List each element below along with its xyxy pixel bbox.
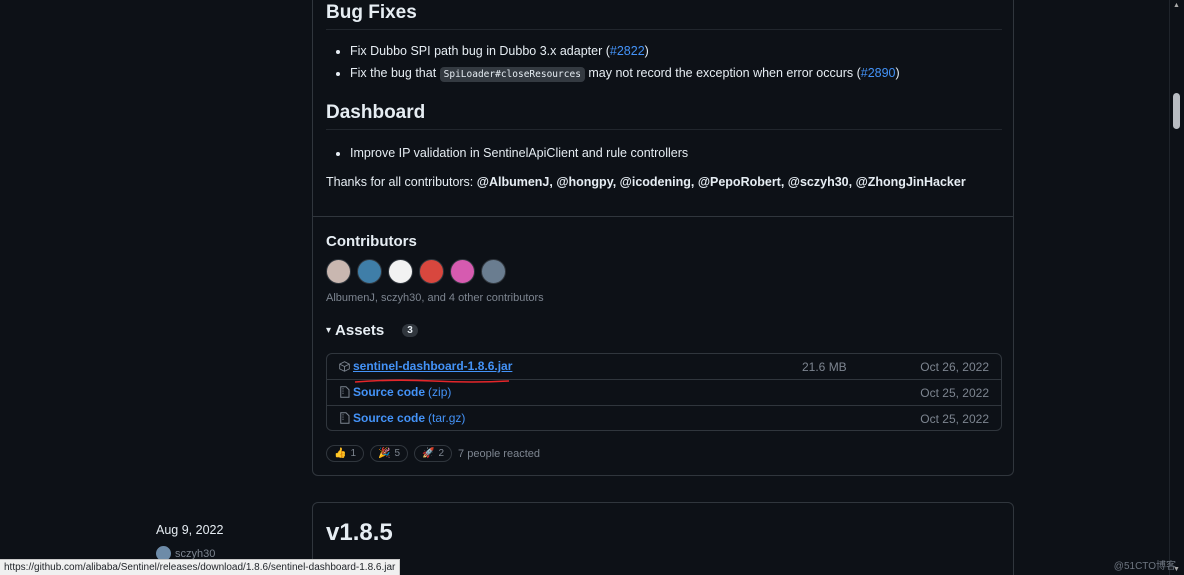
- package-icon: [339, 360, 350, 372]
- list-item-text: Fix Dubbo SPI path bug in Dubbo 3.x adap…: [350, 44, 610, 58]
- assets-count-badge: 3: [402, 324, 418, 337]
- reaction-count: 5: [394, 448, 401, 459]
- annotation-underline: [354, 379, 510, 383]
- release-title[interactable]: v1.8.5: [326, 519, 393, 547]
- contributor-mentions[interactable]: @AlbumenJ, @hongpy, @icodening, @PepoRob…: [477, 175, 966, 189]
- asset-date: Oct 25, 2022: [920, 386, 989, 400]
- avatar[interactable]: [388, 259, 413, 284]
- issue-link[interactable]: #2822: [610, 44, 645, 58]
- asset-size: 21.6 MB: [802, 360, 847, 374]
- avatar[interactable]: [326, 259, 351, 284]
- reactions-bar: 👍 1 🎉 5 🚀 2 7 people reacted: [326, 445, 540, 462]
- reaction-count: 2: [438, 448, 445, 459]
- list-item-tail: ): [644, 44, 649, 58]
- scroll-up-icon[interactable]: ▲: [1173, 2, 1180, 9]
- reaction-count: 1: [350, 448, 357, 459]
- reaction-rocket[interactable]: 🚀 2: [414, 445, 453, 462]
- dashboard-heading: Dashboard: [326, 102, 426, 123]
- list-item-tail: ): [895, 66, 900, 80]
- asset-row: sentinel-dashboard-1.8.6.jar 21.6 MB Oct…: [327, 354, 1001, 379]
- page-scrollbar[interactable]: ▲ ▼: [1169, 0, 1184, 575]
- next-release-card: v1.8.5: [312, 502, 1014, 575]
- status-bar-url: https://github.com/alibaba/Sentinel/rele…: [0, 559, 401, 575]
- issue-link[interactable]: #2890: [861, 66, 896, 80]
- triangle-down-icon: ▾: [326, 325, 332, 336]
- file-zip-icon: [340, 386, 350, 398]
- asset-link[interactable]: Source code (zip): [339, 385, 451, 399]
- asset-link[interactable]: sentinel-dashboard-1.8.6.jar: [339, 359, 512, 373]
- heading-rule: [326, 129, 1002, 130]
- contributors-note[interactable]: AlbumenJ, sczyh30, and 4 other contribut…: [326, 292, 544, 304]
- release-date: Aug 9, 2022: [156, 523, 224, 537]
- asset-format: (tar.gz): [428, 411, 466, 425]
- list-item-text: may not record the exception when error …: [584, 66, 861, 80]
- heading-rule: [326, 29, 1002, 30]
- reaction-thumbs-up[interactable]: 👍 1: [326, 445, 365, 462]
- reactions-summary: 7 people reacted: [458, 447, 540, 460]
- watermark: @51CTO博客: [1113, 561, 1176, 572]
- thumbs-up-icon: 👍: [334, 448, 347, 459]
- asset-link[interactable]: Source code (tar.gz): [339, 411, 465, 425]
- thanks-prefix: Thanks for all contributors:: [326, 175, 477, 189]
- asset-row: Source code (tar.gz) Oct 25, 2022: [327, 405, 1001, 431]
- asset-name: Source code: [353, 385, 426, 399]
- avatar[interactable]: [450, 259, 475, 284]
- list-item-text: Fix the bug that: [350, 66, 440, 80]
- rocket-icon: 🚀: [422, 448, 435, 459]
- release-page: Bug Fixes Fix Dubbo SPI path bug in Dubb…: [0, 0, 1184, 575]
- reaction-hooray[interactable]: 🎉 5: [370, 445, 409, 462]
- asset-format: (zip): [428, 385, 452, 399]
- bug-fixes-list: Fix Dubbo SPI path bug in Dubbo 3.x adap…: [326, 43, 900, 89]
- file-zip-icon: [340, 412, 350, 424]
- assets-list: sentinel-dashboard-1.8.6.jar 21.6 MB Oct…: [326, 353, 1002, 431]
- avatar[interactable]: [481, 259, 506, 284]
- party-popper-icon: 🎉: [378, 448, 391, 459]
- list-item: Improve IP validation in SentinelApiClie…: [350, 145, 688, 161]
- bug-fixes-heading: Bug Fixes: [326, 2, 417, 23]
- contributor-avatars: [326, 259, 506, 284]
- scroll-thumb[interactable]: [1173, 93, 1180, 129]
- avatar[interactable]: [357, 259, 382, 284]
- assets-toggle[interactable]: ▾ Assets 3: [326, 322, 418, 339]
- release-card: Bug Fixes Fix Dubbo SPI path bug in Dubb…: [312, 0, 1014, 476]
- assets-heading: Assets: [335, 322, 385, 339]
- asset-name: Source code: [353, 411, 426, 425]
- asset-name: sentinel-dashboard-1.8.6.jar: [353, 359, 513, 373]
- contributors-heading: Contributors: [326, 233, 417, 250]
- list-item: Fix the bug that SpiLoader#closeResource…: [350, 65, 900, 83]
- list-item: Fix Dubbo SPI path bug in Dubbo 3.x adap…: [350, 43, 900, 59]
- author-name: sczyh30: [175, 547, 216, 560]
- thanks-line: Thanks for all contributors: @AlbumenJ, …: [326, 175, 966, 189]
- dashboard-list: Improve IP validation in SentinelApiClie…: [326, 145, 688, 167]
- avatar[interactable]: [419, 259, 444, 284]
- asset-date: Oct 25, 2022: [920, 412, 989, 426]
- inline-code: SpiLoader#closeResources: [439, 67, 585, 82]
- asset-date: Oct 26, 2022: [920, 360, 989, 374]
- section-divider: [313, 216, 1013, 217]
